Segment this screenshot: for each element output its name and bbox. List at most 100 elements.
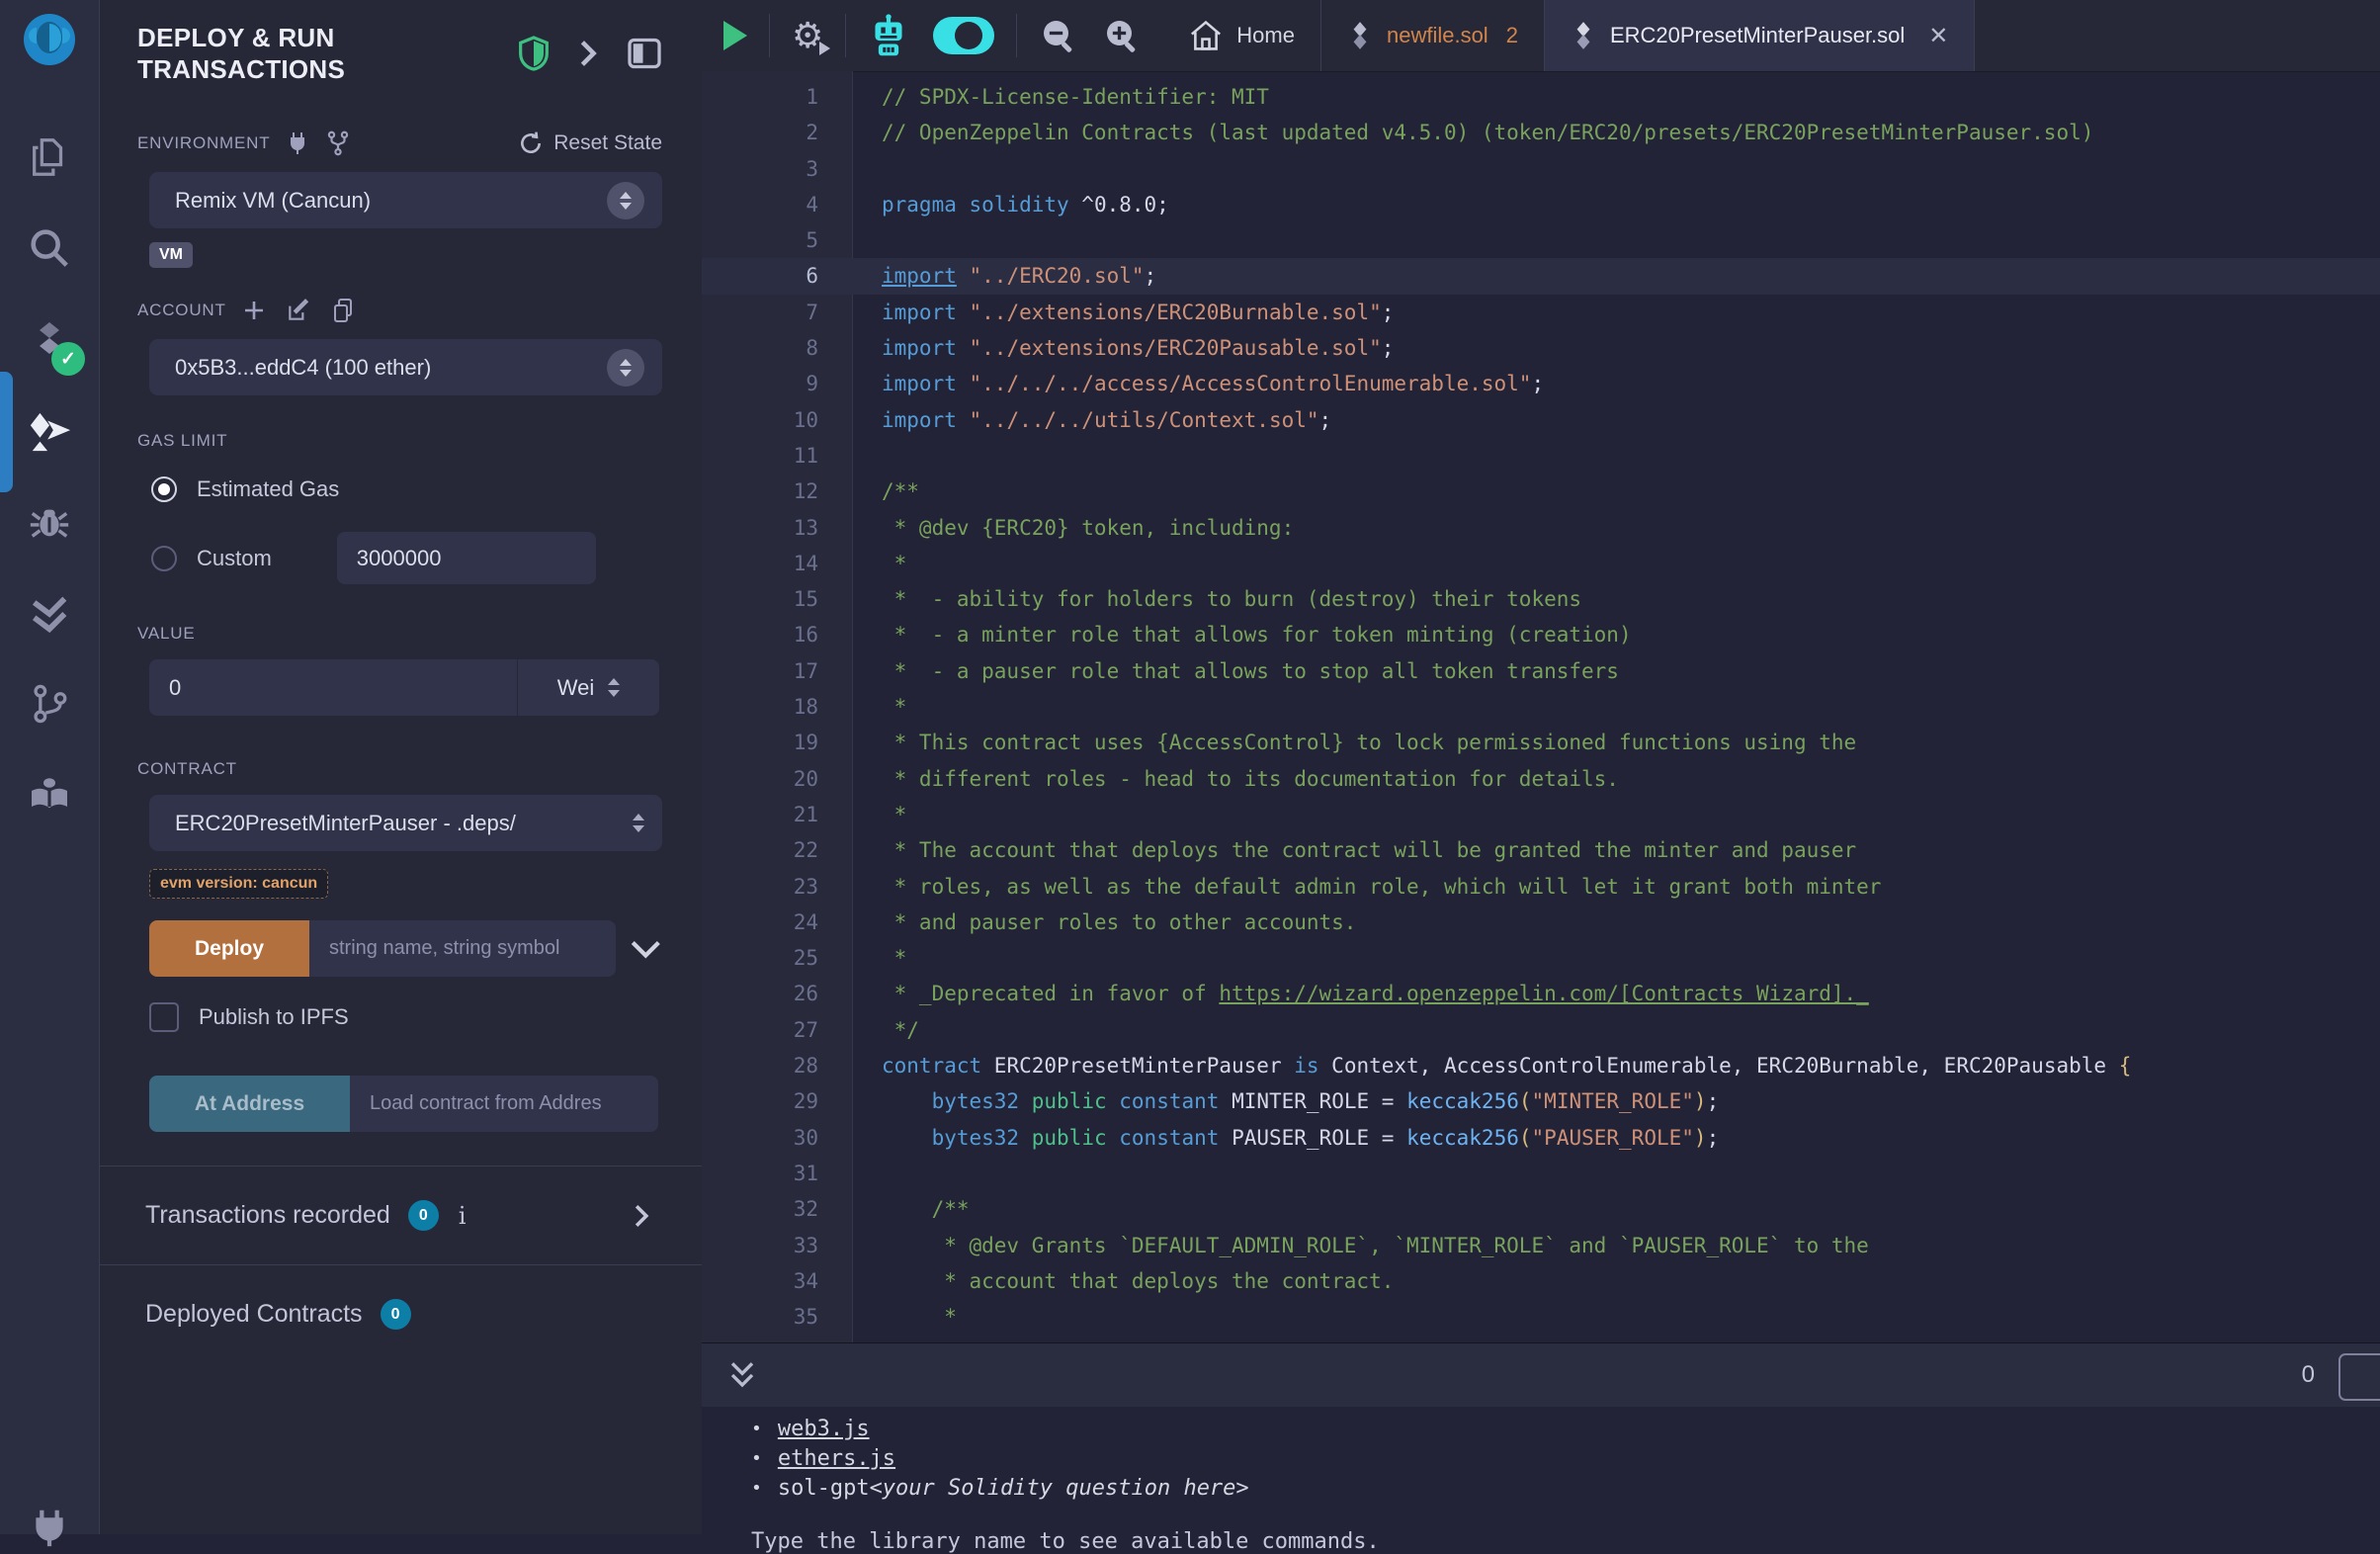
- code-line[interactable]: 6import "../ERC20.sol";: [702, 258, 2380, 294]
- section-divider: [100, 1264, 702, 1265]
- zoom-in-icon[interactable]: [1102, 16, 1142, 55]
- info-icon[interactable]: i: [459, 1202, 467, 1230]
- code-line[interactable]: 12/**: [702, 474, 2380, 509]
- ai-copilot-robot-icon[interactable]: [868, 14, 909, 57]
- code-line[interactable]: 13 * @dev {ERC20} token, including:: [702, 510, 2380, 546]
- shield-icon[interactable]: [518, 36, 550, 71]
- transactions-recorded-row[interactable]: Transactions recorded 0 i: [145, 1200, 662, 1231]
- at-address-input[interactable]: Load contract from Addres: [350, 1076, 658, 1132]
- sidebar-item-file-explorer[interactable]: [0, 134, 99, 180]
- tab-erc20presetminterpauser-sol[interactable]: ERC20PresetMinterPauser.sol ✕: [1545, 0, 1975, 71]
- code-line[interactable]: 25 *: [702, 940, 2380, 976]
- custom-gas-radio[interactable]: [151, 546, 177, 571]
- terminal-search-input[interactable]: [2338, 1353, 2380, 1401]
- code-line[interactable]: 15 * - ability for holders to burn (dest…: [702, 581, 2380, 617]
- code-line[interactable]: 5: [702, 222, 2380, 258]
- sidebar-item-plugin-manager[interactable]: [0, 1505, 99, 1550]
- contract-select[interactable]: ERC20PresetMinterPauser - .deps/: [149, 795, 662, 851]
- code-line[interactable]: 36 * See {ERC20-constructor}.: [702, 1335, 2380, 1342]
- expand-transactions-icon[interactable]: [631, 1203, 652, 1229]
- code-line[interactable]: 2// OpenZeppelin Contracts (last updated…: [702, 115, 2380, 150]
- code-line[interactable]: 20 * different roles - head to its docum…: [702, 761, 2380, 797]
- chevron-right-icon[interactable]: [575, 39, 601, 68]
- at-address-button[interactable]: At Address: [149, 1076, 350, 1132]
- code-line[interactable]: 9import "../../../access/AccessControlEn…: [702, 366, 2380, 401]
- sidebar-item-unit-testing[interactable]: [0, 591, 99, 637]
- sidebar-item-source-control[interactable]: [0, 682, 99, 726]
- code-line[interactable]: 30 bytes32 public constant PAUSER_ROLE =…: [702, 1120, 2380, 1156]
- sidebar-item-solidity-compiler[interactable]: ✓: [0, 316, 99, 364]
- expand-terminal-icon[interactable]: [727, 1358, 757, 1392]
- value-input[interactable]: 0: [149, 659, 517, 716]
- line-number: 12: [702, 474, 852, 509]
- code-line[interactable]: 11: [702, 438, 2380, 474]
- solidity-file-icon: [1571, 21, 1596, 50]
- sidebar-item-search[interactable]: [0, 225, 99, 271]
- code-line[interactable]: 21 *: [702, 797, 2380, 832]
- terminal-header[interactable]: 0: [702, 1342, 2380, 1407]
- sidebar-item-learneth[interactable]: [0, 771, 99, 819]
- editor-area: ⚙: [702, 0, 2380, 1534]
- deployed-contracts-row[interactable]: Deployed Contracts 0: [145, 1299, 662, 1330]
- code-line[interactable]: 27 */: [702, 1012, 2380, 1048]
- code-line[interactable]: 18 *: [702, 689, 2380, 725]
- copilot-toggle[interactable]: [933, 17, 994, 54]
- code-line[interactable]: 7import "../extensions/ERC20Burnable.sol…: [702, 295, 2380, 330]
- tab-home[interactable]: Home: [1163, 20, 1320, 51]
- code-line[interactable]: 34 * account that deploys the contract.: [702, 1263, 2380, 1299]
- code-line[interactable]: 26 * _Deprecated in favor of https://wiz…: [702, 976, 2380, 1011]
- deployed-contracts-label: Deployed Contracts: [145, 1300, 363, 1329]
- code-line[interactable]: 19 * This contract uses {AccessControl} …: [702, 725, 2380, 760]
- deploy-button[interactable]: Deploy: [149, 920, 309, 977]
- script-config-icon[interactable]: ⚙: [792, 18, 823, 53]
- fork-icon[interactable]: [325, 130, 351, 156]
- remix-logo[interactable]: [17, 10, 82, 79]
- code-line[interactable]: 31: [702, 1156, 2380, 1191]
- code-line[interactable]: 3: [702, 151, 2380, 187]
- value-unit-select[interactable]: Wei: [517, 659, 659, 716]
- close-tab-icon[interactable]: ✕: [1928, 22, 1948, 50]
- code-line[interactable]: 10import "../../../utils/Context.sol";: [702, 402, 2380, 438]
- code-line[interactable]: 1// SPDX-License-Identifier: MIT: [702, 79, 2380, 115]
- edit-icon[interactable]: [286, 298, 311, 323]
- zoom-out-icon[interactable]: [1039, 16, 1078, 55]
- sidebar-item-debugger[interactable]: [0, 500, 99, 546]
- constructor-args-input[interactable]: string name, string symbol: [309, 920, 616, 977]
- tab-newfile-sol[interactable]: newfile.sol 2: [1320, 0, 1545, 71]
- evm-version-badge: evm version: cancun: [149, 869, 328, 899]
- estimated-gas-radio[interactable]: [151, 476, 177, 502]
- terminal-solgpt-hint: <your Solidity question here>: [870, 1474, 1249, 1504]
- copy-icon[interactable]: [331, 298, 355, 323]
- run-script-button[interactable]: [723, 21, 747, 50]
- code-line[interactable]: 16 * - a minter role that allows for tok…: [702, 617, 2380, 652]
- code-line[interactable]: 24 * and pauser roles to other accounts.: [702, 905, 2380, 940]
- code-line[interactable]: 8import "../extensions/ERC20Pausable.sol…: [702, 330, 2380, 366]
- reset-state-button[interactable]: Reset State: [518, 130, 662, 156]
- publish-ipfs-checkbox[interactable]: [149, 1002, 179, 1032]
- plug-icon[interactable]: [286, 130, 309, 156]
- environment-select[interactable]: Remix VM (Cancun): [149, 172, 662, 228]
- code-line[interactable]: 14 *: [702, 546, 2380, 581]
- terminal-link-ethers[interactable]: ethers.js: [778, 1444, 895, 1474]
- code-line[interactable]: 29 bytes32 public constant MINTER_ROLE =…: [702, 1083, 2380, 1119]
- code-editor[interactable]: 1// SPDX-License-Identifier: MIT2// Open…: [702, 71, 2380, 1342]
- code-line[interactable]: 35 *: [702, 1299, 2380, 1335]
- code-line[interactable]: 32 /**: [702, 1191, 2380, 1227]
- code-line[interactable]: 4pragma solidity ^0.8.0;: [702, 187, 2380, 222]
- code-line[interactable]: 23 * roles, as well as the default admin…: [702, 869, 2380, 905]
- terminal-hint: Type the library name to see available c…: [751, 1529, 2380, 1554]
- code-line[interactable]: 28contract ERC20PresetMinterPauser is Co…: [702, 1048, 2380, 1083]
- sidebar-item-deploy-run[interactable]: [0, 409, 99, 455]
- code-line[interactable]: 22 * The account that deploys the contra…: [702, 832, 2380, 868]
- compile-success-badge: ✓: [51, 342, 85, 376]
- custom-gas-input[interactable]: 3000000: [337, 532, 596, 584]
- terminal-link-web3[interactable]: web3.js: [778, 1415, 870, 1444]
- code-line[interactable]: 17 * - a pauser role that allows to stop…: [702, 653, 2380, 689]
- select-arrows-icon: [607, 182, 644, 219]
- account-select[interactable]: 0x5B3...eddC4 (100 ether): [149, 339, 662, 395]
- add-account-icon[interactable]: [242, 299, 266, 322]
- code-line[interactable]: 33 * @dev Grants `DEFAULT_ADMIN_ROLE`, `…: [702, 1228, 2380, 1263]
- pin-panel-icon[interactable]: [627, 37, 662, 70]
- expand-constructor-icon[interactable]: [630, 937, 662, 961]
- line-number: 30: [702, 1120, 852, 1156]
